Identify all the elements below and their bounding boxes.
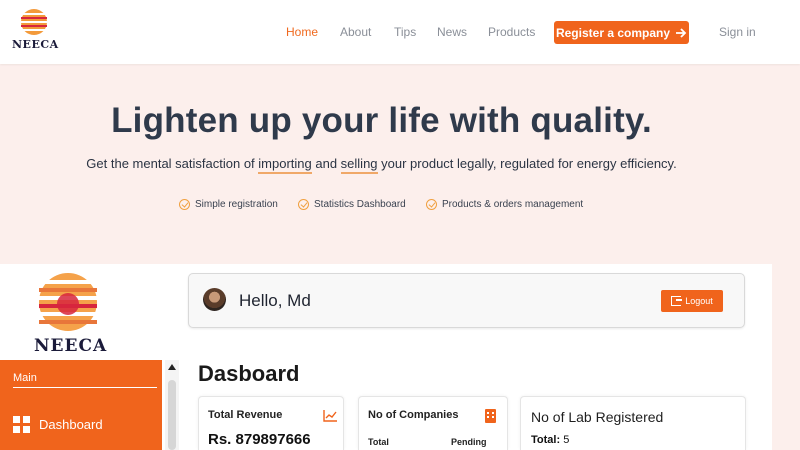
sidebar-scrollbar[interactable] bbox=[165, 360, 179, 450]
nav-news[interactable]: News bbox=[437, 25, 467, 39]
hero-subtitle: Get the mental satisfaction of importing… bbox=[0, 156, 763, 174]
companies-label: No of Companies bbox=[368, 409, 459, 421]
logo-text: NEECA bbox=[12, 38, 59, 51]
logo-mark-icon bbox=[21, 9, 47, 35]
hero-sub-and: and bbox=[311, 156, 341, 171]
check-circle-icon bbox=[179, 199, 190, 210]
check-circle-icon bbox=[298, 199, 309, 210]
logout-icon bbox=[671, 296, 683, 306]
scroll-up-icon[interactable] bbox=[168, 364, 176, 370]
companies-total-label: Total bbox=[368, 437, 389, 447]
revenue-card: Total Revenue Rs. 879897666 bbox=[198, 396, 344, 450]
sidebar-item-dashboard[interactable]: Dashboard bbox=[13, 416, 103, 433]
register-label: Register a company bbox=[555, 25, 671, 40]
feature-label: Statistics Dashboard bbox=[314, 199, 406, 210]
dashboard-preview: NEECA Main Dashboard Hello, Md Logout Da… bbox=[0, 264, 772, 450]
feature-statistics-dashboard: Statistics Dashboard bbox=[298, 199, 406, 210]
grid-icon bbox=[13, 416, 30, 433]
register-company-button[interactable]: Register a company bbox=[554, 21, 689, 44]
preview-logo: NEECA bbox=[34, 272, 106, 356]
labs-total-value: 5 bbox=[563, 434, 570, 446]
arrow-right-icon bbox=[676, 27, 687, 38]
building-icon bbox=[485, 409, 496, 423]
labs-total: Total: 5 bbox=[531, 434, 569, 446]
scroll-thumb[interactable] bbox=[168, 380, 176, 450]
hero-title: Lighten up your life with quality. bbox=[111, 101, 652, 140]
logout-button[interactable]: Logout bbox=[661, 290, 723, 312]
greeting-card: Hello, Md Logout bbox=[188, 273, 745, 328]
greeting-text: Hello, Md bbox=[239, 291, 311, 310]
avatar[interactable] bbox=[203, 288, 226, 311]
companies-card: No of Companies Total Pending bbox=[358, 396, 508, 450]
nav-products[interactable]: Products bbox=[488, 25, 535, 39]
nav-home[interactable]: Home bbox=[286, 25, 318, 39]
hero-sub-prefix: Get the mental satisfaction of bbox=[86, 156, 259, 171]
feature-simple-registration: Simple registration bbox=[179, 199, 278, 210]
hero-sub-selling: selling bbox=[340, 156, 378, 174]
signin-link[interactable]: Sign in bbox=[719, 25, 756, 39]
sidebar-item-label: Dashboard bbox=[39, 417, 103, 432]
check-circle-icon bbox=[426, 199, 437, 210]
sidebar-section-main: Main bbox=[13, 372, 157, 388]
feature-label: Simple registration bbox=[195, 199, 278, 210]
feature-label: Products & orders management bbox=[442, 199, 584, 210]
feature-products-orders: Products & orders management bbox=[426, 199, 583, 210]
logo-text: NEECA bbox=[34, 336, 108, 356]
companies-pending-label: Pending bbox=[451, 437, 487, 447]
top-navbar: NEECA Home About Tips News Products Regi… bbox=[0, 0, 800, 64]
hero-sub-importing: importing bbox=[258, 156, 312, 174]
logout-label: Logout bbox=[685, 296, 713, 306]
labs-card: No of Lab Registered Total: 5 bbox=[520, 396, 746, 450]
labs-total-label: Total: bbox=[531, 434, 561, 446]
revenue-value: Rs. 879897666 bbox=[208, 431, 311, 448]
trend-chart-icon bbox=[323, 410, 337, 422]
hero-sub-suffix: your product legally, regulated for ener… bbox=[377, 156, 677, 171]
revenue-label: Total Revenue bbox=[208, 409, 283, 421]
nav-tips[interactable]: Tips bbox=[394, 25, 416, 39]
dashboard-title: Dasboard bbox=[198, 361, 300, 386]
logo-mark-icon bbox=[39, 273, 97, 331]
nav-about[interactable]: About bbox=[340, 25, 371, 39]
dashboard-sidebar: Main Dashboard bbox=[0, 360, 162, 450]
neeca-logo[interactable]: NEECA bbox=[12, 8, 59, 54]
labs-label: No of Lab Registered bbox=[531, 409, 664, 425]
